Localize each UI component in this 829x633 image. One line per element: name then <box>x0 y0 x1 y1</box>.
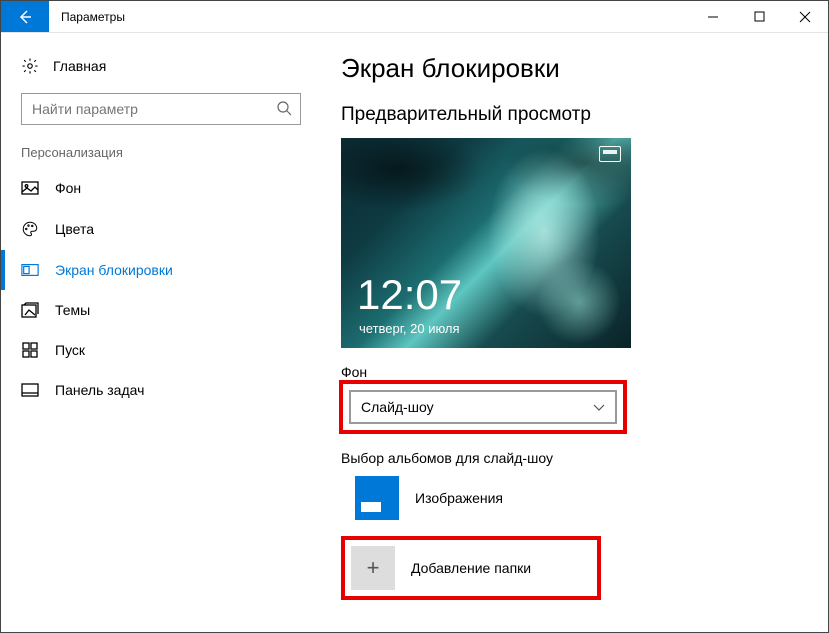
home-nav[interactable]: Главная <box>1 49 311 89</box>
folder-tile-icon <box>355 476 399 520</box>
home-label: Главная <box>53 58 106 74</box>
arrow-left-icon <box>17 9 33 25</box>
gear-icon <box>21 57 39 75</box>
close-icon <box>799 11 811 23</box>
sidebar-item-background[interactable]: Фон <box>1 168 311 208</box>
titlebar: Параметры <box>1 1 828 33</box>
plus-icon: + <box>351 546 395 590</box>
maximize-button[interactable] <box>736 1 782 32</box>
chevron-down-icon <box>593 399 605 415</box>
albums-label: Выбор альбомов для слайд-шоу <box>341 450 798 466</box>
picture-icon <box>21 181 39 195</box>
search-icon <box>276 100 292 119</box>
sidebar-item-start[interactable]: Пуск <box>1 330 311 370</box>
search-box[interactable] <box>21 93 301 125</box>
preview-heading: Предварительный просмотр <box>341 104 798 126</box>
start-icon <box>21 342 39 358</box>
sidebar: Главная Персонализация Фон Цвета Э <box>1 33 311 632</box>
minimize-icon <box>707 11 719 23</box>
taskbar-icon <box>21 383 39 397</box>
minimize-button[interactable] <box>690 1 736 32</box>
preview-date: четверг, 20 июля <box>359 321 460 336</box>
sidebar-item-lockscreen[interactable]: Экран блокировки <box>1 250 311 290</box>
add-folder-label: Добавление папки <box>411 560 531 576</box>
window-controls <box>690 1 828 32</box>
sidebar-item-label: Темы <box>55 302 90 318</box>
highlight-box: + Добавление папки <box>341 536 601 600</box>
album-item[interactable]: Изображения <box>355 476 798 520</box>
background-dropdown[interactable]: Слайд-шоу <box>349 390 617 424</box>
lockscreen-icon <box>21 263 39 277</box>
background-label: Фон <box>341 364 798 380</box>
highlight-box: Слайд-шоу <box>339 380 627 434</box>
lockscreen-preview: 12:07 четверг, 20 июля <box>341 138 631 348</box>
sidebar-item-label: Экран блокировки <box>55 262 173 278</box>
album-name: Изображения <box>415 490 503 506</box>
window-title: Параметры <box>49 1 690 32</box>
dropdown-value: Слайд-шоу <box>361 399 434 415</box>
page-title: Экран блокировки <box>341 53 798 84</box>
sidebar-item-taskbar[interactable]: Панель задач <box>1 370 311 410</box>
sidebar-item-themes[interactable]: Темы <box>1 290 311 330</box>
sidebar-item-label: Цвета <box>55 221 94 237</box>
sidebar-item-colors[interactable]: Цвета <box>1 208 311 250</box>
sidebar-item-label: Фон <box>55 180 81 196</box>
sidebar-item-label: Панель задач <box>55 382 144 398</box>
themes-icon <box>21 302 39 318</box>
sidebar-item-label: Пуск <box>55 342 85 358</box>
main-content: Экран блокировки Предварительный просмот… <box>311 33 828 632</box>
palette-icon <box>21 220 39 238</box>
back-button[interactable] <box>1 1 49 32</box>
maximize-icon <box>754 11 765 22</box>
preview-time: 12:07 <box>357 274 462 316</box>
section-header: Персонализация <box>1 145 311 168</box>
slideshow-icon <box>599 146 621 162</box>
search-input[interactable] <box>32 101 276 117</box>
close-button[interactable] <box>782 1 828 32</box>
add-folder-button[interactable]: + Добавление папки <box>351 546 591 590</box>
